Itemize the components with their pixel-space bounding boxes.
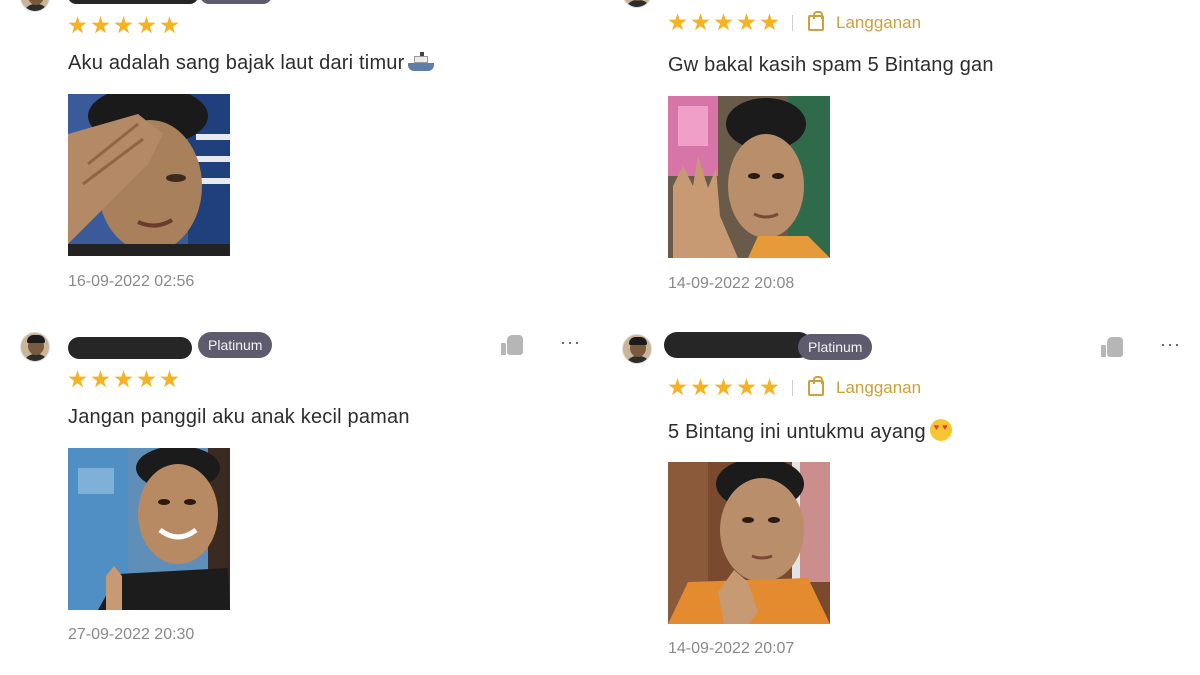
star-icon bbox=[68, 16, 87, 34]
member-badge-cropped bbox=[200, 0, 272, 4]
member-badge: Platinum bbox=[798, 334, 873, 360]
subscription-label: Langganan bbox=[836, 378, 922, 397]
like-icon[interactable] bbox=[501, 335, 523, 355]
separator bbox=[792, 15, 793, 31]
review-card-4: Platinum ··· Langganan 5 Bintang ini unt… bbox=[600, 318, 1200, 675]
review-timestamp: 16-09-2022 02:56 bbox=[68, 273, 195, 290]
star-icon bbox=[91, 370, 110, 388]
review-photo[interactable] bbox=[668, 96, 830, 258]
rating-stars bbox=[68, 370, 179, 389]
star-icon bbox=[160, 370, 179, 388]
review-card-2: Langganan Gw bakal kasih spam 5 Bintang … bbox=[600, 0, 1200, 318]
reviewer-name-redacted bbox=[68, 0, 198, 4]
separator bbox=[792, 380, 793, 396]
shopping-bag-icon bbox=[808, 376, 824, 396]
star-icon bbox=[68, 370, 87, 388]
star-icon bbox=[760, 13, 779, 31]
review-photo[interactable] bbox=[68, 448, 230, 610]
rating-stars bbox=[68, 16, 179, 35]
more-options-icon[interactable]: ··· bbox=[1160, 334, 1181, 355]
star-icon bbox=[91, 16, 110, 34]
review-text: Gw bakal kasih spam 5 Bintang gan bbox=[668, 54, 994, 76]
reviewer-avatar[interactable] bbox=[20, 332, 50, 362]
review-timestamp: 14-09-2022 20:08 bbox=[668, 275, 795, 292]
star-icon bbox=[137, 16, 156, 34]
review-photo[interactable] bbox=[668, 462, 830, 624]
reviewer-name-redacted bbox=[664, 332, 812, 358]
review-text: Aku adalah sang bajak laut dari timur bbox=[68, 52, 435, 75]
star-icon bbox=[160, 16, 179, 34]
review-timestamp: 14-09-2022 20:07 bbox=[668, 640, 795, 657]
star-icon bbox=[737, 378, 756, 396]
shopping-bag-icon bbox=[808, 11, 824, 31]
review-text: Jangan panggil aku anak kecil paman bbox=[68, 406, 410, 428]
review-card-1: Aku adalah sang bajak laut dari timur 16… bbox=[0, 0, 600, 318]
subscription-label: Langganan bbox=[836, 13, 922, 32]
review-text: 5 Bintang ini untukmu ayang bbox=[668, 419, 952, 444]
reviewer-avatar[interactable] bbox=[20, 0, 50, 12]
ship-emoji-icon bbox=[408, 52, 435, 71]
reviewer-avatar[interactable] bbox=[622, 0, 652, 8]
star-icon bbox=[760, 378, 779, 396]
star-icon bbox=[668, 378, 687, 396]
review-photo[interactable] bbox=[68, 94, 230, 256]
review-timestamp: 27-09-2022 20:30 bbox=[68, 626, 195, 643]
review-card-3: Platinum ··· Jangan panggil aku anak kec… bbox=[0, 318, 600, 675]
star-icon bbox=[114, 370, 133, 388]
heart-eyes-emoji-icon bbox=[929, 419, 952, 441]
star-icon bbox=[114, 16, 133, 34]
star-icon bbox=[737, 13, 756, 31]
star-icon bbox=[691, 13, 710, 31]
member-badge: Platinum bbox=[198, 332, 273, 358]
star-icon bbox=[668, 13, 687, 31]
like-icon[interactable] bbox=[1101, 337, 1123, 357]
reviewer-name-redacted bbox=[68, 337, 192, 359]
rating-stars bbox=[668, 378, 779, 397]
rating-stars bbox=[668, 13, 779, 32]
star-icon bbox=[691, 378, 710, 396]
star-icon bbox=[137, 370, 156, 388]
star-icon bbox=[714, 13, 733, 31]
star-icon bbox=[714, 378, 733, 396]
more-options-icon[interactable]: ··· bbox=[560, 332, 581, 353]
reviewer-avatar[interactable] bbox=[622, 334, 652, 364]
